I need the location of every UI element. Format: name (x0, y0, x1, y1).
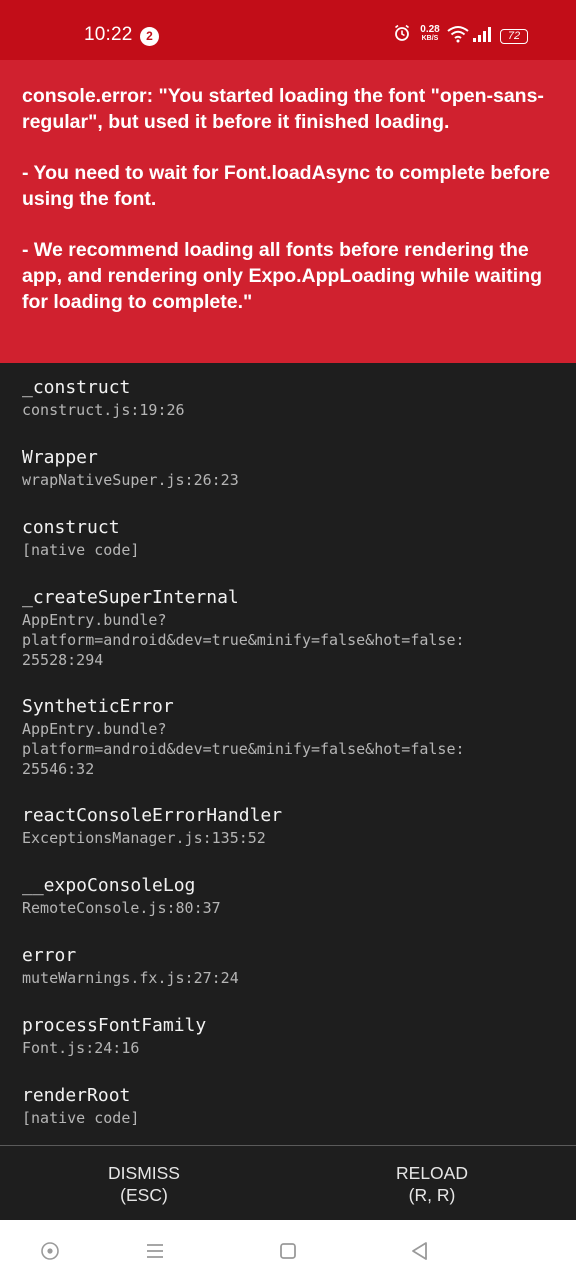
signal-icon (473, 27, 491, 42)
menu-icon[interactable] (142, 1238, 168, 1264)
stack-frame-location: muteWarnings.fx.js:27:24 (22, 969, 239, 987)
wifi-icon (447, 26, 469, 43)
stack-frame[interactable]: _createSuperInternal AppEntry.bundle? pl… (22, 586, 542, 670)
dismiss-button[interactable]: DISMISS (ESC) (0, 1146, 288, 1221)
stack-trace[interactable]: _construct construct.js:19:26 Wrapper wr… (0, 363, 576, 1145)
stack-frame-name: _construct (22, 377, 131, 398)
redbox-footer: DISMISS (ESC) RELOAD (R, R) (0, 1145, 576, 1220)
status-bar: 10:22 2 0.28 KB/S 72 (0, 0, 576, 60)
stack-frame-name: __expoConsoleLog (22, 875, 196, 896)
stack-frame-location: [native code] (22, 541, 140, 559)
stack-frame-location: construct.js:19:26 (22, 401, 185, 419)
stack-frame[interactable]: error muteWarnings.fx.js:27:24 (22, 944, 542, 988)
stack-frame-name: _createSuperInternal (22, 587, 239, 608)
stack-frame-location: [native code] (22, 1109, 140, 1127)
stack-frame-name: Wrapper (22, 447, 98, 468)
stack-frame-location: Font.js:24:16 (22, 1039, 140, 1057)
stack-frame[interactable]: construct [native code] (22, 516, 542, 560)
network-speed: 0.28 KB/S (416, 25, 444, 43)
stack-frame-name: processFontFamily (22, 1015, 207, 1036)
error-message: console.error: "You started loading the … (0, 60, 576, 363)
network-speed-unit: KB/S (421, 35, 439, 42)
stack-frame-name: construct (22, 517, 120, 538)
stack-frame[interactable]: _construct construct.js:19:26 (22, 376, 542, 420)
stack-frame-location: RemoteConsole.js:80:37 (22, 899, 221, 917)
stack-frame-name: error (22, 945, 77, 966)
stack-frame[interactable]: processFontFamily Font.js:24:16 (22, 1014, 542, 1058)
back-triangle-icon[interactable] (406, 1238, 432, 1264)
android-nav-bar (0, 1220, 576, 1280)
network-speed-value: 0.28 (420, 24, 440, 35)
stack-frame-location: ExceptionsManager.js:135:52 (22, 829, 266, 847)
battery-indicator: 72 (500, 29, 528, 44)
square-icon[interactable] (275, 1238, 301, 1264)
stack-frame-location: AppEntry.bundle? platform=android&dev=tr… (22, 611, 465, 669)
stack-frame-location: AppEntry.bundle? platform=android&dev=tr… (22, 720, 465, 778)
stack-frame[interactable]: reactConsoleErrorHandler ExceptionsManag… (22, 804, 542, 848)
stack-frame-name: renderRoot (22, 1085, 131, 1106)
stack-frame[interactable]: Wrapper wrapNativeSuper.js:26:23 (22, 446, 542, 490)
stack-frame[interactable]: SyntheticError AppEntry.bundle? platform… (22, 695, 542, 779)
home-circle-icon[interactable] (37, 1238, 63, 1264)
stack-frame[interactable]: __expoConsoleLog RemoteConsole.js:80:37 (22, 874, 542, 918)
status-time: 10:22 (84, 24, 133, 45)
stack-frame-location: wrapNativeSuper.js:26:23 (22, 471, 239, 489)
stack-frame[interactable]: renderRoot [native code] (22, 1084, 542, 1128)
notification-badge: 2 (140, 27, 159, 46)
stack-frame-name: reactConsoleErrorHandler (22, 805, 283, 826)
alarm-icon (395, 24, 409, 41)
stack-frame-name: SyntheticError (22, 696, 174, 717)
reload-button[interactable]: RELOAD (R, R) (288, 1146, 576, 1221)
